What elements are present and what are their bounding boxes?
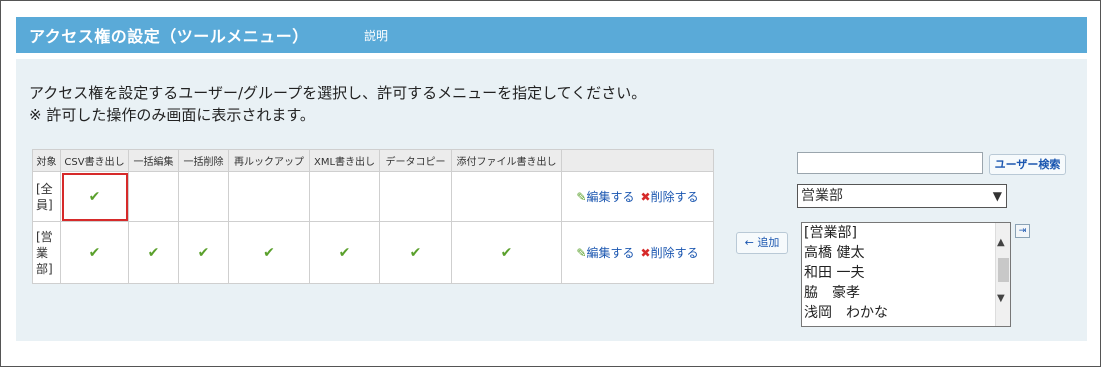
page-header: アクセス権の設定（ツールメニュー） 説明 bbox=[16, 17, 1087, 53]
header-relookup: 再ルックアップ bbox=[228, 149, 310, 172]
check-icon: ✔ bbox=[147, 244, 160, 261]
permission-cell: ✔ bbox=[309, 221, 380, 284]
check-icon: ✔ bbox=[88, 188, 101, 205]
page-title: アクセス権の設定（ツールメニュー） bbox=[29, 27, 309, 46]
check-icon: ✔ bbox=[263, 244, 275, 261]
delete-icon[interactable]: ✖ bbox=[641, 190, 651, 204]
delete-link[interactable]: 削除する bbox=[651, 246, 699, 260]
permission-cell: ✔ bbox=[60, 171, 129, 222]
add-button[interactable]: ← 追加 bbox=[736, 232, 788, 254]
row-target: [全員] bbox=[32, 171, 61, 222]
permission-table: 対象 CSV書き出し 一括編集 一括削除 再ルックアップ XML書き出し データ… bbox=[32, 149, 714, 284]
header-attachment-export: 添付ファイル書き出し bbox=[451, 149, 562, 172]
row-actions: ✎編集する ✖削除する bbox=[561, 221, 714, 284]
page-frame: アクセス権の設定（ツールメニュー） 説明 アクセス権を設定するユーザー/グループ… bbox=[0, 0, 1101, 367]
table-header-row: 対象 CSV書き出し 一括編集 一括削除 再ルックアップ XML書き出し データ… bbox=[32, 149, 714, 172]
move-to-right-icon[interactable]: ⇥ bbox=[1015, 224, 1030, 238]
settings-panel: アクセス権を設定するユーザー/グループを選択し、許可するメニューを指定してくださ… bbox=[16, 59, 1087, 341]
scroll-up-icon[interactable]: ▲ bbox=[997, 237, 1005, 248]
description-line-2: ※ 許可した操作のみ画面に表示されます。 bbox=[29, 106, 315, 124]
group-select[interactable]: 営業部 ▼ bbox=[797, 184, 1007, 208]
group-select-value: 営業部 bbox=[801, 188, 843, 204]
permission-cell: ✔ bbox=[178, 221, 229, 284]
permission-cell bbox=[451, 171, 562, 222]
check-icon: ✔ bbox=[338, 244, 351, 261]
row-target: [営業部] bbox=[32, 221, 61, 284]
help-link[interactable]: 説明 bbox=[364, 27, 388, 44]
check-icon: ✔ bbox=[409, 244, 422, 261]
scroll-down-icon[interactable]: ▼ bbox=[997, 293, 1005, 304]
permission-cell: ✔ bbox=[451, 221, 562, 284]
table-row: [全員] ✔ ✎編集する ✖削除する bbox=[32, 171, 714, 222]
pencil-icon[interactable]: ✎ bbox=[576, 190, 586, 204]
permission-cell bbox=[178, 171, 229, 222]
permission-cell: ✔ bbox=[60, 221, 129, 284]
member-option[interactable]: 高橋 健太 bbox=[802, 243, 1010, 263]
check-icon: ✔ bbox=[197, 244, 210, 261]
member-option[interactable]: 浅岡 わかな bbox=[802, 303, 1010, 323]
user-search-button[interactable]: ユーザー検索 bbox=[989, 154, 1066, 175]
description-line-1: アクセス権を設定するユーザー/グループを選択し、許可するメニューを指定してくださ… bbox=[29, 84, 647, 102]
header-data-copy: データコピー bbox=[379, 149, 452, 172]
member-option[interactable]: 脇 豪孝 bbox=[802, 283, 1010, 303]
edit-link[interactable]: 編集する bbox=[586, 246, 634, 260]
header-bulk-delete: 一括削除 bbox=[178, 149, 229, 172]
permission-cell bbox=[379, 171, 452, 222]
row-actions: ✎編集する ✖削除する bbox=[561, 171, 714, 222]
header-target: 対象 bbox=[32, 149, 61, 172]
description: アクセス権を設定するユーザー/グループを選択し、許可するメニューを指定してくださ… bbox=[29, 82, 646, 126]
check-icon: ✔ bbox=[88, 244, 101, 261]
permission-cell bbox=[228, 171, 310, 222]
permission-cell: ✔ bbox=[128, 221, 179, 284]
header-actions bbox=[561, 149, 714, 172]
header-xml-export: XML書き出し bbox=[309, 149, 380, 172]
member-option[interactable]: [営業部] bbox=[802, 223, 1010, 243]
header-csv-export: CSV書き出し bbox=[60, 149, 129, 172]
permission-cell: ✔ bbox=[379, 221, 452, 284]
listbox-scrollbar[interactable]: ▲ ▼ bbox=[995, 223, 1010, 326]
permission-cell bbox=[309, 171, 380, 222]
permission-cell bbox=[128, 171, 179, 222]
scroll-thumb[interactable] bbox=[998, 258, 1009, 282]
member-option[interactable]: 和田 一夫 bbox=[802, 263, 1010, 283]
delete-link[interactable]: 削除する bbox=[651, 190, 699, 204]
edit-link[interactable]: 編集する bbox=[586, 190, 634, 204]
user-search-input[interactable] bbox=[797, 152, 983, 174]
header-bulk-edit: 一括編集 bbox=[128, 149, 179, 172]
table-row: [営業部] ✔ ✔ ✔ ✔ ✔ ✔ ✔ ✎編集する ✖削除する bbox=[32, 221, 714, 284]
delete-icon[interactable]: ✖ bbox=[641, 246, 651, 260]
permission-cell: ✔ bbox=[228, 221, 310, 284]
chevron-down-icon: ▼ bbox=[992, 189, 1002, 203]
member-listbox[interactable]: [営業部] 高橋 健太 和田 一夫脇 豪孝 浅岡 わかな ▲ ▼ bbox=[801, 222, 1011, 327]
check-icon: ✔ bbox=[500, 244, 513, 261]
pencil-icon[interactable]: ✎ bbox=[576, 246, 586, 260]
